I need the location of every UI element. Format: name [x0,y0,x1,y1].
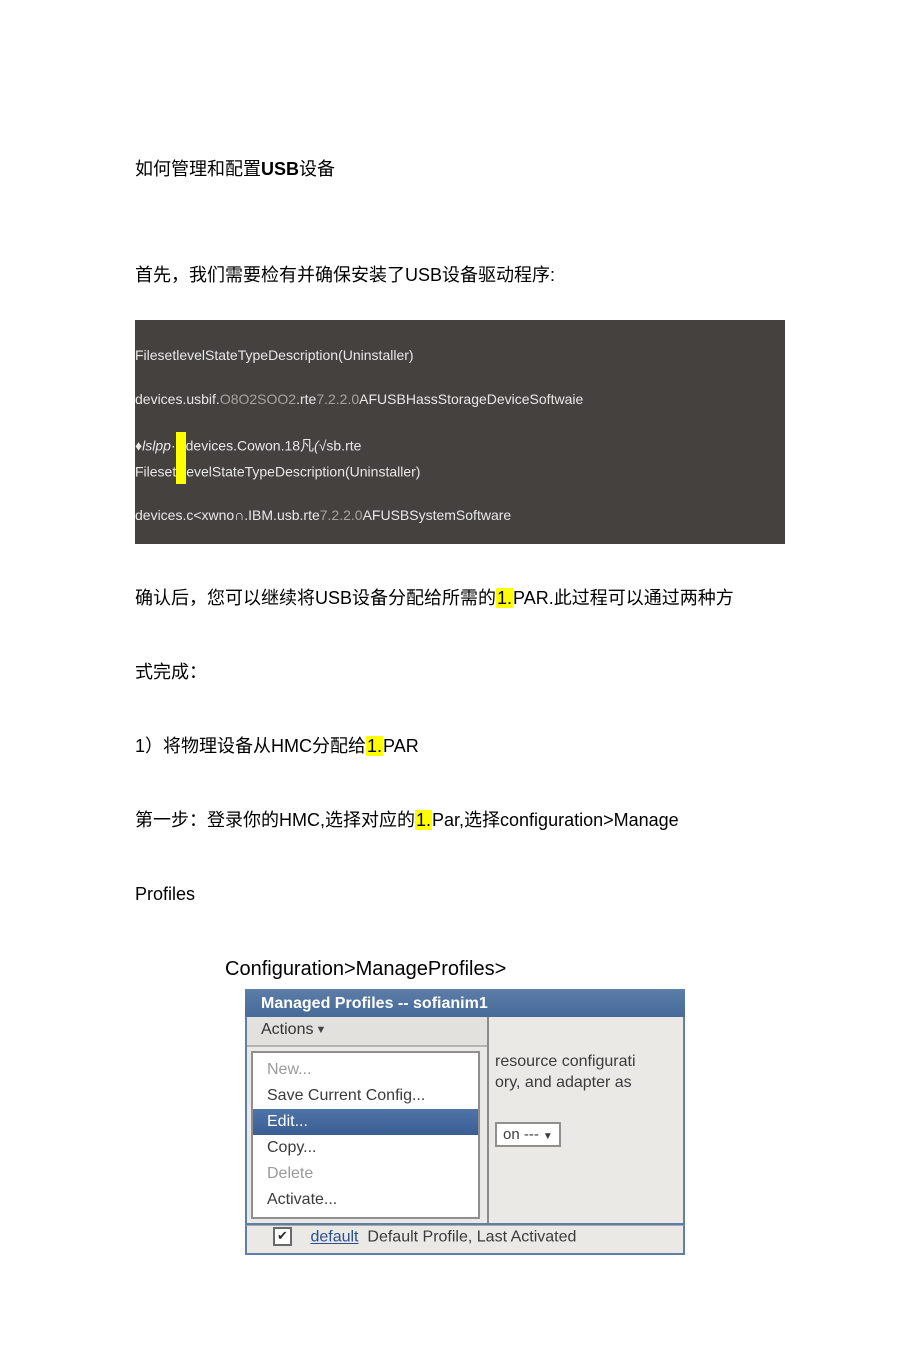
description-text: resource configurati ory, and adapter as [495,1052,677,1094]
highlight: 1. [366,736,383,756]
default-profile-link[interactable]: default [310,1229,358,1246]
menu-item-save-config[interactable]: Save Current Config... [253,1083,478,1109]
title-pre: 如何管理和配置 [135,159,261,179]
menu-item-edit[interactable]: Edit... [253,1109,478,1135]
code-line: ♦lslpp·devices.Cowon.18凡(√sb.rte [135,428,785,460]
code-line: FilesetevelStateTypeDescription(Uninstal… [135,460,785,492]
paragraph: 确认后，您可以继续将USB设备分配给所需的1.PAR.此过程可以通过两种方 [135,584,785,613]
dropdown-select[interactable]: on ---▼ [495,1122,561,1147]
screenshot-managed-profiles: Managed Profiles -- sofianim1 Actions▼ N… [245,989,685,1255]
highlight: 1. [496,588,513,608]
paragraph: 1）将物理设备从HMC分配给1.PAR [135,732,785,761]
highlight: 1. [415,810,432,830]
menu-item-activate[interactable]: Activate... [253,1187,478,1213]
menu-item-copy[interactable]: Copy... [253,1135,478,1161]
chevron-down-icon: ▼ [315,1024,326,1036]
paragraph: 式完成： [135,658,785,687]
profile-row-text: Default Profile, Last Activated [367,1229,576,1246]
menu-item-delete[interactable]: Delete [253,1161,478,1187]
checkbox[interactable]: ✔ [273,1227,292,1246]
highlight-box-icon [176,432,186,458]
code-line: FilesetlevelStateTypeDescription(Uninsta… [135,340,785,370]
code-line: devices.c<xwno∩.IBM.usb.rte7.2.2.0AFUSBS… [135,500,785,530]
highlight-box-icon [176,458,186,484]
actions-menu-button[interactable]: Actions▼ [247,1017,487,1047]
paragraph: Profiles [135,880,785,909]
profile-row: ✔ default Default Profile, Last Activate… [245,1225,685,1255]
paragraph-intro: 首先，我们需要检有并确保安装了USB设备驱动程序: [135,261,785,290]
code-line: devices.usbif.O8O2SOO2.rte7.2.2.0AFUSBHa… [135,384,785,414]
paragraph: 第一步：登录你的HMC,选择对应的1.Par,选择configuration>M… [135,806,785,835]
actions-dropdown: New... Save Current Config... Edit... Co… [251,1051,480,1219]
terminal-output: FilesetlevelStateTypeDescription(Uninsta… [135,320,785,545]
menu-item-new[interactable]: New... [253,1057,478,1083]
title-bold: USB [261,159,299,179]
title-post: 设备 [299,159,335,179]
chevron-down-icon: ▼ [543,1131,553,1142]
screenshot-caption: Configuration>ManageProfiles> [225,958,785,981]
actions-label: Actions [261,1021,313,1038]
doc-title: 如何管理和配置USB设备 [135,155,785,181]
window-title: Managed Profiles -- sofianim1 [245,991,685,1017]
